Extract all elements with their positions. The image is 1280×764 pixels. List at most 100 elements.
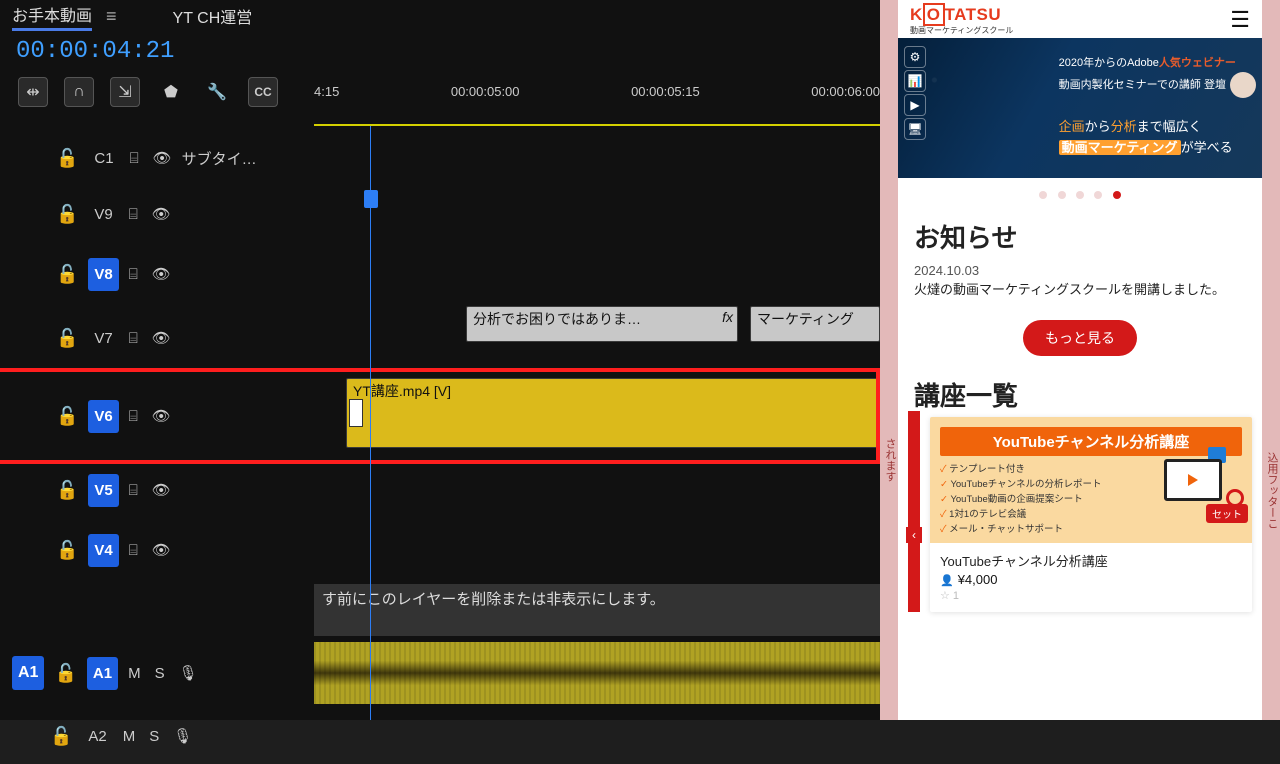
more-button[interactable]: もっと見る — [1023, 320, 1137, 356]
sync-lock-icon[interactable]: ⌸ — [129, 408, 138, 425]
timeline-ruler[interactable]: 4:15 00:00:05:00 00:00:05:15 00:00:06:00 — [314, 84, 880, 126]
track-v5: 🔓 V5 ⌸ 👁 — [0, 462, 880, 518]
carousel-dot[interactable] — [1094, 191, 1102, 199]
caption-track-id[interactable]: C1 — [88, 146, 119, 171]
hero-3a: 企画 — [1059, 119, 1085, 134]
playhead-line[interactable] — [370, 126, 371, 720]
tracks-area: 🔓 C1 ⌸ 👁 サブタイ… 🔓 V9 ⌸ 👁 🔓 V8 — [0, 130, 880, 720]
carousel-dot[interactable] — [1058, 191, 1066, 199]
hero-line1-hl: 人気ウェビナー — [1159, 57, 1236, 69]
eye-icon[interactable]: 👁 — [152, 541, 171, 559]
clip-label: 分析でお困りではありま… — [473, 311, 641, 327]
insert-tool-icon[interactable]: ⇹ — [18, 77, 48, 107]
track-a2: 🔓 A2 M S 🎙 — [0, 708, 880, 764]
sync-lock-icon[interactable]: ⌸ — [129, 482, 138, 499]
eye-icon[interactable]: 👁 — [152, 265, 171, 283]
eye-icon[interactable]: 👁 — [152, 407, 171, 425]
instruction-clip[interactable]: す前にこのレイヤーを削除または非表示にします。 — [314, 584, 880, 636]
monitor-icon — [1164, 459, 1222, 501]
track-id-v7[interactable]: V7 — [88, 326, 118, 351]
lock-icon[interactable]: 🔓 — [56, 328, 78, 349]
sync-lock-icon[interactable]: ⌸ — [129, 206, 138, 223]
snap-magnet-icon[interactable]: ∩ — [64, 77, 94, 107]
course-carousel: ‹ YouTubeチャンネル分析講座 テンプレート付き YouTubeチャンネル… — [908, 417, 1252, 613]
logo-subtext: 動画マーケティングスクール — [910, 25, 1013, 36]
lock-icon[interactable]: 🔓 — [56, 540, 78, 561]
carousel-dot[interactable] — [1039, 191, 1047, 199]
frame-edge-left: されます — [880, 0, 898, 720]
track-v6: 🔓 V6 ⌸ 👁 YT講座.mp4 [V] — [0, 370, 880, 462]
sync-lock-icon[interactable]: ⌸ — [130, 150, 139, 167]
track-a1: A1 🔓 A1 M S 🎙 — [0, 638, 880, 708]
track-id-v8[interactable]: V8 — [88, 258, 118, 291]
sync-lock-icon[interactable]: ⌸ — [129, 542, 138, 559]
lock-icon[interactable]: 🔓 — [56, 264, 78, 285]
course-mockup: セット — [1156, 453, 1236, 513]
news-body[interactable]: 火燵の動画マーケティングスクールを開講しました。 — [898, 278, 1262, 302]
clip-v7-a[interactable]: 分析でお困りではありま… fx — [466, 306, 738, 342]
clip-v7-b[interactable]: マーケティング — [750, 306, 880, 342]
audio-clip-a1[interactable] — [314, 642, 880, 704]
solo-toggle[interactable]: S — [149, 728, 159, 745]
course-rating: ☆ 1 — [930, 587, 1252, 612]
hero-icon-gear: ⚙ — [904, 46, 926, 68]
linked-selection-icon[interactable]: ⇲ — [110, 77, 140, 107]
lock-icon[interactable]: 🔓 — [56, 204, 78, 225]
course-name[interactable]: YouTubeチャンネル分析講座 — [930, 543, 1252, 572]
bin-name[interactable]: YT CH運営 — [173, 4, 253, 28]
track-id-a2[interactable]: A2 — [82, 724, 112, 749]
eye-icon[interactable]: 👁 — [152, 481, 171, 499]
lock-icon[interactable]: 🔓 — [50, 726, 72, 747]
carousel-dot-active[interactable] — [1113, 191, 1121, 199]
editor-panel: お手本動画 ≡ YT CH運営 00:00:04:21 ⇹ ∩ ⇲ ⬟ 🔧 CC… — [0, 0, 880, 720]
carousel-dot[interactable] — [1076, 191, 1084, 199]
course-banner-title: YouTubeチャンネル分析講座 — [940, 427, 1242, 456]
play-icon — [1188, 474, 1198, 486]
eye-icon[interactable]: 👁 — [152, 329, 171, 347]
track-v4: 🔓 V4 ⌸ 👁 — [0, 518, 880, 582]
lock-icon[interactable]: 🔓 — [56, 148, 78, 169]
solo-toggle[interactable]: S — [155, 665, 165, 682]
site-logo[interactable]: KOTATSU 動画マーケティングスクール — [910, 5, 1013, 36]
clip-v6[interactable]: YT講座.mp4 [V] — [346, 378, 878, 448]
sequence-name[interactable]: お手本動画 — [12, 2, 92, 31]
caption-label: サブタイ… — [182, 148, 257, 169]
carousel-dots[interactable] — [898, 186, 1262, 204]
lock-icon[interactable]: 🔓 — [54, 663, 76, 684]
course-bullet: メール・チャットサポート — [940, 522, 1242, 537]
eye-icon[interactable]: 👁 — [152, 205, 171, 223]
hamburger-menu-icon[interactable]: ☰ — [1230, 7, 1250, 33]
hero-3b: から — [1085, 119, 1111, 134]
mute-toggle[interactable]: M — [128, 665, 141, 682]
lock-icon[interactable]: 🔓 — [56, 480, 78, 501]
hero-banner[interactable]: ⚙ 📊 ▶ 🖥 2020年からのAdobe人気ウェビナー 動画内製化セミナーでの… — [898, 38, 1262, 178]
wrench-icon[interactable]: 🔧 — [202, 77, 232, 107]
voiceover-mic-icon[interactable]: 🎙 — [173, 727, 192, 745]
hero-4hl: 動画マーケティング — [1059, 140, 1181, 155]
eye-icon[interactable]: 👁 — [153, 149, 172, 167]
track-id-v9[interactable]: V9 — [88, 202, 118, 227]
speaker-avatar — [1230, 72, 1256, 98]
sync-lock-icon[interactable]: ⌸ — [129, 330, 138, 347]
track-v9: 🔓 V9 ⌸ 👁 — [0, 186, 880, 242]
price-value: ¥4,000 — [958, 572, 998, 587]
lock-icon[interactable]: 🔓 — [56, 406, 78, 427]
marker-icon[interactable]: ⬟ — [156, 77, 186, 107]
src-patch-a1[interactable]: A1 — [12, 656, 44, 690]
carousel-peek-left — [908, 411, 920, 613]
course-banner: YouTubeチャンネル分析講座 テンプレート付き YouTubeチャンネルの分… — [930, 417, 1252, 544]
track-id-a1[interactable]: A1 — [87, 657, 118, 690]
current-timecode[interactable]: 00:00:04:21 — [0, 32, 880, 71]
sequence-header: お手本動画 ≡ YT CH運営 — [0, 0, 880, 32]
voiceover-mic-icon[interactable]: 🎙 — [179, 664, 198, 682]
panel-menu-icon[interactable]: ≡ — [106, 6, 117, 27]
carousel-prev-icon[interactable]: ‹ — [906, 527, 922, 543]
track-id-v4[interactable]: V4 — [88, 534, 118, 567]
course-card[interactable]: YouTubeチャンネル分析講座 テンプレート付き YouTubeチャンネルの分… — [930, 417, 1252, 613]
mute-toggle[interactable]: M — [123, 728, 136, 745]
sync-lock-icon[interactable]: ⌸ — [129, 266, 138, 283]
track-id-v5[interactable]: V5 — [88, 474, 118, 507]
hero-4post: が学べる — [1181, 140, 1233, 155]
track-id-v6[interactable]: V6 — [88, 400, 118, 433]
cc-toggle[interactable]: CC — [248, 77, 278, 107]
